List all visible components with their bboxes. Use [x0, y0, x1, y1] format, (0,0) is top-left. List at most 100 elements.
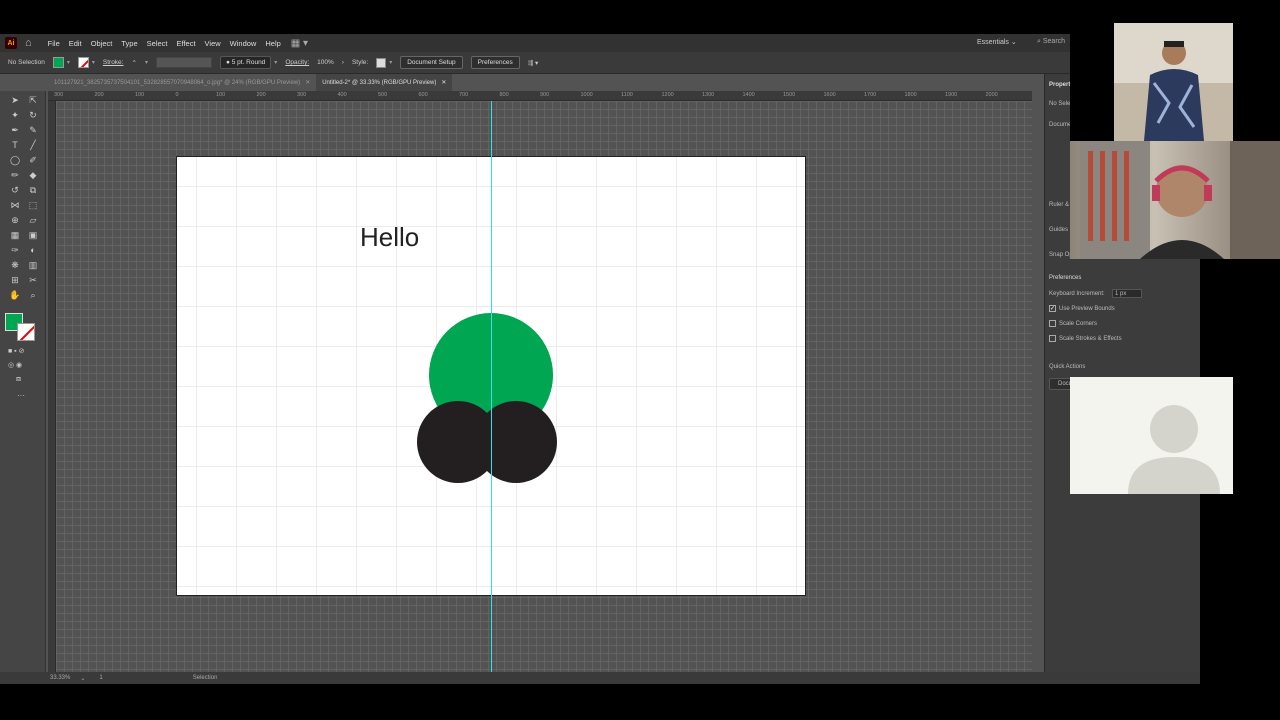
blend-tool-icon[interactable]: ◐	[24, 245, 42, 260]
ruler-tick-label: 100	[135, 92, 145, 98]
main-menu: File Edit Object Type Select Effect View…	[48, 39, 281, 48]
close-icon[interactable]: ✕	[305, 79, 310, 86]
stroke-color-box[interactable]	[17, 323, 35, 341]
type-tool-icon[interactable]: T	[6, 140, 24, 155]
stroke-label[interactable]: Stroke:	[103, 59, 124, 66]
menu-file[interactable]: File	[48, 39, 60, 48]
scale-tool-icon[interactable]: ⧉	[24, 185, 42, 200]
vertical-ruler[interactable]	[48, 101, 56, 672]
tab-document-2[interactable]: Untitled-2* @ 33.33% (RGB/GPU Preview) ✕	[316, 74, 453, 91]
ruler-tick-label: 600	[418, 92, 428, 98]
perspective-grid-icon[interactable]: ▱	[24, 215, 42, 230]
brush-selector[interactable]: ● 5 pt. Round ▾	[219, 56, 277, 69]
menu-view[interactable]: View	[205, 39, 221, 48]
ruler-tick-label: 1500	[783, 92, 796, 98]
column-graph-icon[interactable]: ▥	[24, 260, 42, 275]
symbol-sprayer-icon[interactable]: ❋	[6, 260, 24, 275]
curvature-tool-icon[interactable]: ✎	[24, 125, 42, 140]
chevron-down-icon[interactable]: ▾	[67, 59, 70, 66]
stroke-weight-dropdown[interactable]: ▾	[145, 59, 148, 66]
ruler-tick-label: 0	[175, 92, 179, 98]
home-icon[interactable]: ⌂	[25, 37, 32, 49]
person-standing	[1114, 23, 1233, 141]
dark-circle-right[interactable]	[475, 401, 557, 483]
search-icon[interactable]: ⌕ Search	[1037, 38, 1065, 46]
eraser-tool-icon[interactable]: ◆	[24, 170, 42, 185]
status-bar: 33.33% ⌄ 1 Selection	[0, 672, 1200, 684]
style-label: Style:	[351, 59, 369, 66]
tab-document-1[interactable]: 101127921_3825735737504101_5328285570709…	[48, 74, 316, 91]
ruler-tick-label: 1800	[904, 92, 917, 98]
direct-selection-tool-icon[interactable]: ⇱	[24, 95, 42, 110]
preferences-button[interactable]: Preferences	[470, 56, 520, 69]
ruler-tick-label: 300	[54, 92, 64, 98]
style-swatch[interactable]: ▾	[376, 57, 392, 68]
artwork	[417, 313, 557, 483]
webcam-participant-1	[1114, 23, 1233, 141]
chevron-down-icon[interactable]: ▾	[92, 59, 95, 66]
horizontal-ruler[interactable]: 300 200 100 0 100 200 300 400 500 600 700 800 900 100…	[48, 91, 1032, 101]
ruler-tick-label: 1700	[864, 92, 877, 98]
eyedropper-icon[interactable]: ✑	[6, 245, 24, 260]
webcam-participant-3-placeholder	[1070, 377, 1233, 494]
zoom-tool-icon[interactable]: ⌕	[24, 290, 42, 305]
chevron-down-icon[interactable]: ⌄	[80, 675, 85, 682]
ruler-tick-label: 200	[94, 92, 104, 98]
draw-mode-icons[interactable]: ◎ ◉	[8, 361, 22, 369]
ruler-tick-label: 100	[216, 92, 226, 98]
fill-swatch[interactable]	[52, 57, 64, 68]
menu-object[interactable]: Object	[91, 39, 113, 48]
stroke-swatch[interactable]	[77, 57, 89, 68]
document-tabs: 101127921_3825735737504101_5328285570709…	[48, 74, 1048, 91]
magic-wand-icon[interactable]: ✦	[6, 110, 24, 125]
close-icon[interactable]: ✕	[441, 79, 446, 86]
arrange-icon[interactable]: ⇶ ▾	[528, 59, 539, 67]
mesh-tool-icon[interactable]: ▦	[6, 230, 24, 245]
zoom-level[interactable]: 33.33%	[50, 675, 70, 681]
menu-window[interactable]: Window	[230, 39, 257, 48]
lasso-tool-icon[interactable]: ↻	[24, 110, 42, 125]
document-setup-button[interactable]: Document Setup	[400, 56, 463, 69]
color-mode-icons[interactable]: ■ ▪ ⊘	[8, 347, 24, 355]
paintbrush-tool-icon[interactable]: ✐	[24, 155, 42, 170]
menu-help[interactable]: Help	[265, 39, 280, 48]
menu-select[interactable]: Select	[147, 39, 168, 48]
person-with-headphones	[1080, 141, 1280, 259]
selection-tool-icon[interactable]: ➤	[6, 95, 24, 110]
menu-effect[interactable]: Effect	[177, 39, 196, 48]
current-tool[interactable]: Selection	[193, 675, 218, 681]
menu-edit[interactable]: Edit	[69, 39, 82, 48]
artboard-tool-icon[interactable]: ⊞	[6, 275, 24, 290]
opacity-value[interactable]: 100%	[317, 59, 334, 66]
tools-panel: ➤ ⇱ ✦ ↻ ✒ ✎ T ╱ ◯ ✐ ✏ ◆ ↺ ⧉ ⋈ ⬚ ⊕ ▱ ▦ ▣ ✑ ◐ ❋ ▥ ⊞ ✂ ✋…	[0, 91, 46, 684]
ruler-tick-label: 500	[378, 92, 388, 98]
screen-mode-icon[interactable]: ⧈	[16, 374, 21, 384]
shape-builder-icon[interactable]: ⊕	[6, 215, 24, 230]
hello-text[interactable]: Hello	[360, 222, 419, 253]
slice-tool-icon[interactable]: ✂	[24, 275, 42, 290]
rotate-tool-icon[interactable]: ↺	[6, 185, 24, 200]
ellipse-tool-icon[interactable]: ◯	[6, 155, 24, 170]
artboard-navigator[interactable]: 1	[99, 675, 102, 681]
ruler-tick-label: 1600	[823, 92, 836, 98]
chevron-right-icon[interactable]: ›	[342, 59, 344, 66]
selection-status: No Selection	[8, 59, 45, 66]
ruler-tick-label: 1000	[580, 92, 593, 98]
stroke-weight-stepper[interactable]: ⌃	[131, 59, 136, 67]
workspace-switcher[interactable]: Essentials ⌄	[977, 38, 1017, 46]
hand-tool-icon[interactable]: ✋	[6, 290, 24, 305]
pencil-tool-icon[interactable]: ✏	[6, 170, 24, 185]
gradient-tool-icon[interactable]: ▣	[24, 230, 42, 245]
arrange-documents-icon[interactable]: ▦ ▾	[291, 38, 308, 49]
menu-type[interactable]: Type	[121, 39, 137, 48]
opacity-label[interactable]: Opacity:	[285, 59, 309, 66]
control-bar: No Selection ▾ ▾ Stroke: ⌃ ▾ ● 5 pt. Rou…	[0, 52, 1200, 74]
more-tools-icon[interactable]: ···	[17, 391, 25, 400]
variable-width-field[interactable]	[155, 57, 212, 68]
ruler-tick-label: 1100	[621, 92, 633, 98]
free-transform-icon[interactable]: ⬚	[24, 200, 42, 215]
line-tool-icon[interactable]: ╱	[24, 140, 42, 155]
width-tool-icon[interactable]: ⋈	[6, 200, 24, 215]
pen-tool-icon[interactable]: ✒	[6, 125, 24, 140]
vertical-guide[interactable]	[491, 101, 492, 672]
